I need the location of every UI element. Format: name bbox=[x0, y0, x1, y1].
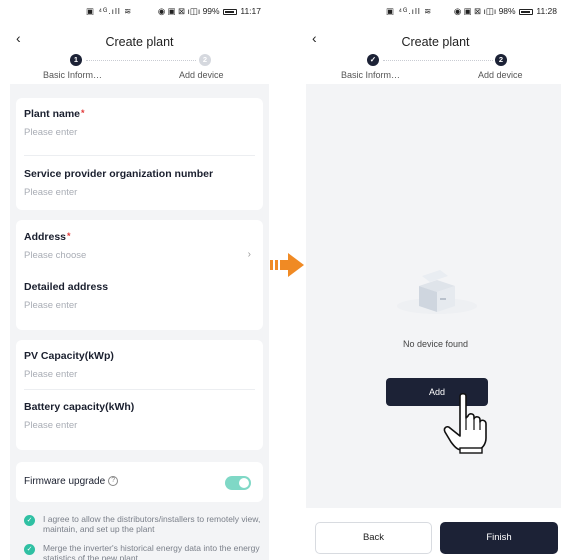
step-1-label: Basic Inform… bbox=[43, 70, 103, 80]
status-indicators: ◉ ▣ ⊠ ı◫ı 98% bbox=[453, 6, 516, 16]
step-2-dot: 2 bbox=[199, 54, 211, 66]
step-2-dot: 2 bbox=[495, 54, 507, 66]
agreement-remote-access: ✓ I agree to allow the distributors/inst… bbox=[24, 514, 263, 534]
address-select[interactable]: Please choose bbox=[24, 250, 86, 261]
signal-icons: ▣ ⁴ᴳ.ıll ≋ bbox=[386, 6, 433, 16]
step-1-label: Basic Inform… bbox=[341, 70, 401, 80]
step-2-label: Add device bbox=[478, 70, 523, 80]
tutorial-stage: ▣ ⁴ᴳ.ıll ≋ ◉ ▣ ⊠ ı◫ı 99% 11:17 ‹ Create … bbox=[0, 0, 561, 560]
status-time: 11:17 bbox=[240, 6, 261, 16]
plant-name-label: Plant name* bbox=[24, 108, 85, 120]
status-right: ◉ ▣ ⊠ ı◫ı 98% 11:28 bbox=[454, 6, 557, 17]
page-title: Create plant bbox=[401, 35, 470, 49]
left-screen: ▣ ⁴ᴳ.ıll ≋ ◉ ▣ ⊠ ı◫ı 99% 11:17 ‹ Create … bbox=[10, 0, 269, 560]
agreement-merge-data: ✓ Merge the inverter's historical energy… bbox=[24, 543, 263, 560]
basic-info-card: Plant name* Please enter Service provide… bbox=[16, 98, 263, 210]
capacity-card: PV Capacity(kWp) Please enter Battery ca… bbox=[16, 340, 263, 450]
plant-name-label-text: Plant name bbox=[24, 108, 81, 120]
page-title: Create plant bbox=[105, 35, 174, 49]
chevron-right-icon[interactable]: › bbox=[248, 249, 251, 260]
address-card: Address* Please choose › Detailed addres… bbox=[16, 220, 263, 330]
detailed-address-label: Detailed address bbox=[24, 281, 109, 293]
check-icon[interactable]: ✓ bbox=[24, 515, 35, 526]
status-bar: ▣ ⁴ᴳ.ıll ≋ ◉ ▣ ⊠ ı◫ı 98% 11:28 bbox=[306, 0, 561, 22]
signal-icons: ▣ ⁴ᴳ.ıll ≋ bbox=[86, 6, 133, 16]
divider bbox=[24, 155, 255, 156]
status-time: 11:28 bbox=[536, 6, 557, 16]
right-screen: ▣ ⁴ᴳ.ıll ≋ ◉ ▣ ⊠ ı◫ı 98% 11:28 ‹ Create … bbox=[306, 0, 561, 560]
detailed-address-input[interactable]: Please enter bbox=[24, 300, 77, 311]
step-1-dot: 1 bbox=[70, 54, 82, 66]
required-mark: * bbox=[81, 108, 85, 118]
address-label-text: Address bbox=[24, 231, 67, 243]
address-label: Address* bbox=[24, 231, 71, 243]
battery-capacity-input[interactable]: Please enter bbox=[24, 420, 77, 431]
empty-state-text: No device found bbox=[402, 339, 469, 349]
step-connector bbox=[383, 60, 493, 61]
agreement-text: Merge the inverter's historical energy d… bbox=[43, 543, 260, 560]
status-bar: ▣ ⁴ᴳ.ıll ≋ ◉ ▣ ⊠ ı◫ı 99% 11:17 bbox=[10, 0, 269, 22]
step-connector bbox=[86, 60, 196, 61]
firmware-upgrade-text: Firmware upgrade bbox=[24, 476, 106, 487]
step-2-label: Add device bbox=[179, 70, 224, 80]
status-indicators: ◉ ▣ ⊠ ı◫ı 99% bbox=[157, 6, 220, 16]
empty-box-icon bbox=[392, 262, 482, 322]
finish-button[interactable]: Finish bbox=[440, 522, 558, 554]
stepper: ✓ 2 Basic Inform… Add device bbox=[306, 50, 561, 84]
battery-icon bbox=[222, 8, 237, 15]
battery-capacity-label: Battery capacity(kWh) bbox=[24, 401, 135, 413]
firmware-upgrade-label: Firmware upgrade? bbox=[24, 476, 119, 487]
firmware-card: Firmware upgrade? bbox=[16, 462, 263, 502]
pointing-hand-icon bbox=[442, 392, 488, 454]
provider-number-input[interactable]: Please enter bbox=[24, 187, 77, 198]
transition-arrow-icon bbox=[269, 250, 305, 280]
pv-capacity-label: PV Capacity(kWp) bbox=[24, 350, 114, 362]
stepper: 1 2 Basic Inform… Add device bbox=[10, 50, 269, 84]
pv-capacity-input[interactable]: Please enter bbox=[24, 369, 77, 380]
plant-name-input[interactable]: Please enter bbox=[24, 127, 77, 138]
firmware-upgrade-toggle[interactable] bbox=[225, 476, 251, 490]
divider bbox=[24, 389, 255, 390]
bottom-action-bar: Back Finish bbox=[306, 508, 561, 560]
help-icon[interactable]: ? bbox=[108, 476, 119, 487]
back-button[interactable]: Back bbox=[315, 522, 432, 554]
check-icon[interactable]: ✓ bbox=[24, 544, 35, 555]
status-right: ◉ ▣ ⊠ ı◫ı 99% 11:17 bbox=[158, 6, 261, 17]
provider-number-label: Service provider organization number bbox=[24, 168, 214, 180]
required-mark: * bbox=[67, 231, 71, 241]
battery-icon bbox=[518, 8, 533, 15]
step-1-done-icon: ✓ bbox=[367, 54, 379, 66]
agreement-text: I agree to allow the distributors/instal… bbox=[43, 514, 261, 534]
